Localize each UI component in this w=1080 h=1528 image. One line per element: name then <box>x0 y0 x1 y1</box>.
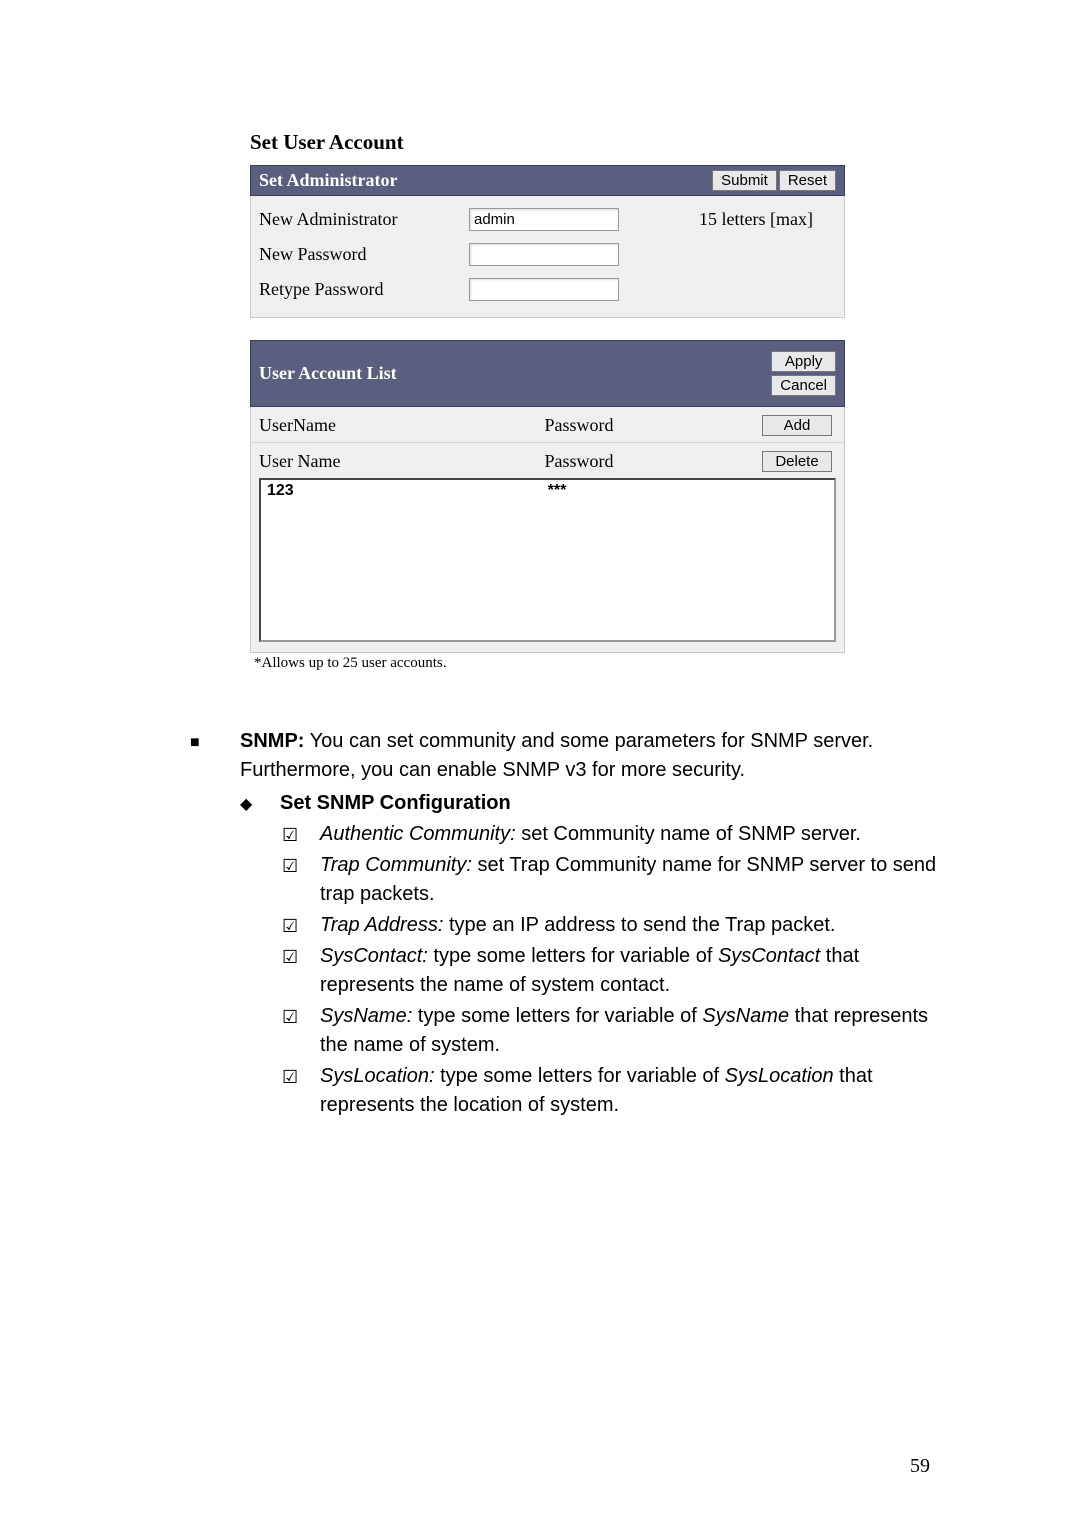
user-list-footnote: *Allows up to 25 user accounts. <box>254 655 845 672</box>
bullet-check-icon: ☑ <box>282 1062 320 1120</box>
new-password-label: New Password <box>259 244 469 265</box>
password-col-label: Password <box>544 451 613 472</box>
item-term: SysName: <box>320 1005 412 1027</box>
submit-button[interactable]: Submit <box>712 170 777 191</box>
delete-button[interactable]: Delete <box>762 451 832 472</box>
item-desc-pre: type some letters for variable of <box>412 1005 702 1027</box>
username-label: UserName <box>259 415 479 436</box>
snmp-heading: SNMP: <box>240 730 304 752</box>
item-desc-pre: type some letters for variable of <box>435 1065 725 1087</box>
bullet-check-icon: ☑ <box>282 942 320 1000</box>
add-user-row: UserName Password Add <box>250 407 845 443</box>
reset-button[interactable]: Reset <box>779 170 836 191</box>
new-admin-input[interactable] <box>469 208 619 231</box>
item-term: SysLocation: <box>320 1065 435 1087</box>
bullet-diamond-icon: ◆ <box>240 789 280 818</box>
add-button[interactable]: Add <box>762 415 832 436</box>
item-term: Trap Address: <box>320 914 443 936</box>
item-term: SysContact: <box>320 945 428 967</box>
bullet-check-icon: ☑ <box>282 911 320 940</box>
item-desc-ital: SysLocation <box>725 1065 834 1087</box>
document-content: ■ SNMP: You can set community and some p… <box>190 727 940 1120</box>
bullet-square-icon: ■ <box>190 727 240 785</box>
item-term: Trap Community: <box>320 854 472 876</box>
snmp-text: You can set community and some parameter… <box>240 730 873 781</box>
password-add-label: Password <box>544 415 613 436</box>
list-item[interactable]: 123 *** <box>261 480 834 502</box>
new-password-input[interactable] <box>469 243 619 266</box>
retype-password-input[interactable] <box>469 278 619 301</box>
screenshot-set-user-account: Set User Account Set Administrator Submi… <box>250 130 845 672</box>
item-term: Authentic Community: <box>320 823 516 845</box>
apply-button[interactable]: Apply <box>771 351 836 372</box>
username-col-label: User Name <box>259 451 479 472</box>
new-admin-label: New Administrator <box>259 209 469 230</box>
user-account-header-label: User Account List <box>259 363 397 384</box>
delete-user-row: User Name Password Delete <box>250 443 845 478</box>
retype-password-label: Retype Password <box>259 279 469 300</box>
set-admin-header: Set Administrator Submit Reset <box>250 165 845 196</box>
set-snmp-heading: Set SNMP Configuration <box>280 789 940 818</box>
new-admin-hint: 15 letters [max] <box>669 209 836 230</box>
item-desc-ital: SysContact <box>718 945 820 967</box>
list-password: *** <box>497 482 617 500</box>
screenshot-title: Set User Account <box>250 130 845 155</box>
cancel-button[interactable]: Cancel <box>771 375 836 396</box>
list-username: 123 <box>267 482 497 500</box>
bullet-check-icon: ☑ <box>282 1002 320 1060</box>
item-desc-pre: type some letters for variable of <box>428 945 718 967</box>
page-number: 59 <box>910 1455 930 1478</box>
set-admin-header-label: Set Administrator <box>259 170 398 191</box>
user-listbox[interactable]: 123 *** <box>259 478 836 642</box>
set-admin-form: New Administrator 15 letters [max] New P… <box>250 196 845 318</box>
item-desc-ital: SysName <box>702 1005 789 1027</box>
bullet-check-icon: ☑ <box>282 851 320 909</box>
user-account-header: User Account List Apply Cancel <box>250 340 845 407</box>
item-desc: type an IP address to send the Trap pack… <box>443 914 835 936</box>
bullet-check-icon: ☑ <box>282 820 320 849</box>
item-desc: set Community name of SNMP server. <box>516 823 861 845</box>
